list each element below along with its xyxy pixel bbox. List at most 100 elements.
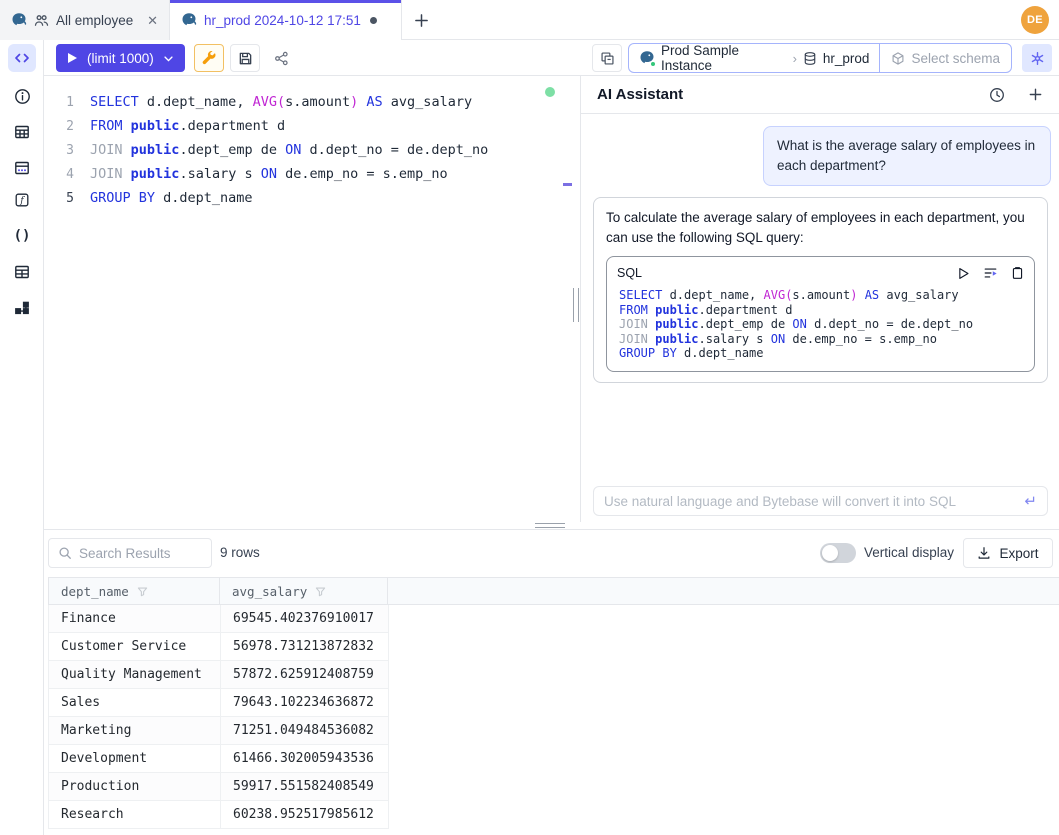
close-icon[interactable]: ✕ <box>147 14 158 27</box>
vertical-display-label: Vertical display <box>864 545 954 560</box>
batch-query-button[interactable] <box>592 44 622 72</box>
editor-line[interactable]: 3JOIN public.dept_emp de ON d.dept_no = … <box>44 138 572 162</box>
cell-dept-name[interactable]: Development <box>49 745 221 772</box>
cell-avg-salary[interactable]: 60238.952517985612 <box>221 801 389 828</box>
enter-return-icon: ↵ <box>1024 492 1037 510</box>
sidebar-item-data[interactable] <box>8 154 36 182</box>
sort-filter-icon[interactable] <box>315 586 326 597</box>
sidebar-item-worksheet[interactable] <box>8 44 36 72</box>
tab-all-employee[interactable]: All employee ✕ <box>0 0 170 40</box>
share-icon <box>274 51 289 66</box>
schema-placeholder: Select schema <box>911 51 1000 66</box>
line-number: 2 <box>44 119 90 134</box>
sort-filter-icon[interactable] <box>137 586 148 597</box>
toggle-knob <box>822 545 838 561</box>
cell-avg-salary[interactable]: 57872.625912408759 <box>221 661 389 688</box>
cell-avg-salary[interactable]: 56978.731213872832 <box>221 633 389 660</box>
sidebar-item-schema-diagram[interactable] <box>8 294 36 322</box>
cell-avg-salary[interactable]: 59917.551582408549 <box>221 773 389 800</box>
batch-query-icon <box>600 51 615 66</box>
ai-assistant-button[interactable] <box>1022 44 1052 72</box>
function-icon: f <box>14 192 30 208</box>
ai-code-block: SQL SELECT d.dept_name, AVG(s.amount) <box>606 256 1035 372</box>
table-row[interactable]: Finance69545.402376910017 <box>48 605 389 633</box>
cell-dept-name[interactable]: Marketing <box>49 717 221 744</box>
cell-avg-salary[interactable]: 71251.049484536082 <box>221 717 389 744</box>
table-row[interactable]: Quality Management57872.625912408759 <box>48 661 389 689</box>
tab-label: hr_prod 2024-10-12 17:51 <box>204 13 361 28</box>
schema-selector[interactable]: Select schema <box>879 44 1011 72</box>
cell-dept-name[interactable]: Production <box>49 773 221 800</box>
sidebar-item-tables[interactable] <box>8 118 36 146</box>
panel-resize-handle-vertical[interactable] <box>573 288 579 322</box>
panel-resize-handle-horizontal[interactable] <box>535 523 565 528</box>
instance-database-selector[interactable]: Prod Sample Instance › hr_prod <box>629 44 879 72</box>
cell-dept-name[interactable]: Research <box>49 801 221 828</box>
cell-avg-salary[interactable]: 69545.402376910017 <box>221 605 389 632</box>
sql-code-editor[interactable]: 1SELECT d.dept_name, AVG(s.amount) AS av… <box>44 76 572 522</box>
table-row[interactable]: Sales79643.102234636872 <box>48 689 389 717</box>
table-icon <box>14 124 30 140</box>
run-query-button[interactable]: (limit 1000) <box>56 44 185 72</box>
code-language-label: SQL <box>617 263 642 283</box>
wrench-icon <box>202 51 217 66</box>
insert-into-editor-icon[interactable] <box>983 266 998 280</box>
format-sql-button[interactable] <box>194 44 224 72</box>
scrollbar-marker <box>563 183 572 186</box>
tab-bar: All employee ✕ hr_prod 2024-10-12 17:51 … <box>0 0 1059 40</box>
column-header[interactable]: avg_salary <box>220 578 388 604</box>
cell-dept-name[interactable]: Finance <box>49 605 221 632</box>
new-chat-plus-icon[interactable] <box>1028 87 1043 102</box>
info-icon <box>14 88 31 105</box>
play-icon <box>67 52 78 64</box>
table-row[interactable]: Research60238.952517985612 <box>48 801 389 829</box>
sidebar-item-info[interactable] <box>8 82 36 110</box>
table-row[interactable]: Production59917.551582408549 <box>48 773 389 801</box>
history-clock-icon[interactable] <box>989 87 1005 103</box>
sidebar-item-functions[interactable]: f <box>8 186 36 214</box>
table-body: Finance69545.402376910017Customer Servic… <box>48 605 1059 829</box>
results-table: dept_nameavg_salary Finance69545.4023769… <box>48 577 1059 829</box>
table-row[interactable]: Customer Service56978.731213872832 <box>48 633 389 661</box>
export-label: Export <box>999 546 1038 561</box>
copy-clipboard-icon[interactable] <box>1011 266 1024 280</box>
results-panel: Search Results 9 rows Vertical display E… <box>44 530 1059 835</box>
instance-status-dot <box>650 61 656 67</box>
cell-dept-name[interactable]: Sales <box>49 689 221 716</box>
save-icon <box>238 51 253 66</box>
ai-response-text: To calculate the average salary of emplo… <box>606 208 1035 248</box>
database-name: hr_prod <box>823 51 870 66</box>
download-icon <box>977 546 991 560</box>
sidebar-item-procedures[interactable]: () <box>8 222 36 250</box>
ai-prompt-placeholder: Use natural language and Bytebase will c… <box>604 494 956 509</box>
svg-text:f: f <box>19 196 25 206</box>
ai-assistant-title: AI Assistant <box>597 86 683 103</box>
share-button[interactable] <box>266 44 296 72</box>
postgres-icon <box>11 12 27 28</box>
ai-prompt-input[interactable]: Use natural language and Bytebase will c… <box>593 486 1048 516</box>
editor-line[interactable]: 1SELECT d.dept_name, AVG(s.amount) AS av… <box>44 90 572 114</box>
table-row[interactable]: Development61466.302005943536 <box>48 745 389 773</box>
table-row[interactable]: Marketing71251.049484536082 <box>48 717 389 745</box>
user-avatar[interactable]: DE <box>1021 6 1049 34</box>
export-button[interactable]: Export <box>963 538 1053 568</box>
cell-dept-name[interactable]: Quality Management <box>49 661 221 688</box>
run-code-icon[interactable] <box>957 267 970 280</box>
tab-hr-prod[interactable]: hr_prod 2024-10-12 17:51 <box>170 0 402 40</box>
save-sheet-button[interactable] <box>230 44 260 72</box>
cell-avg-salary[interactable]: 79643.102234636872 <box>221 689 389 716</box>
cell-avg-salary[interactable]: 61466.302005943536 <box>221 745 389 772</box>
search-placeholder: Search Results <box>79 546 171 561</box>
vertical-display-toggle[interactable] <box>820 543 856 563</box>
user-chat-bubble: What is the average salary of employees … <box>763 126 1051 186</box>
new-tab-button[interactable] <box>402 0 440 40</box>
sidebar-item-external-tables[interactable] <box>8 258 36 286</box>
chevron-down-icon[interactable] <box>163 53 174 64</box>
editor-line[interactable]: 5GROUP BY d.dept_name <box>44 186 572 210</box>
cell-dept-name[interactable]: Customer Service <box>49 633 221 660</box>
search-icon <box>58 546 72 560</box>
editor-line[interactable]: 4JOIN public.salary s ON de.emp_no = s.e… <box>44 162 572 186</box>
column-header[interactable]: dept_name <box>48 578 220 604</box>
editor-line[interactable]: 2FROM public.department d <box>44 114 572 138</box>
search-results-input[interactable]: Search Results <box>48 538 212 568</box>
